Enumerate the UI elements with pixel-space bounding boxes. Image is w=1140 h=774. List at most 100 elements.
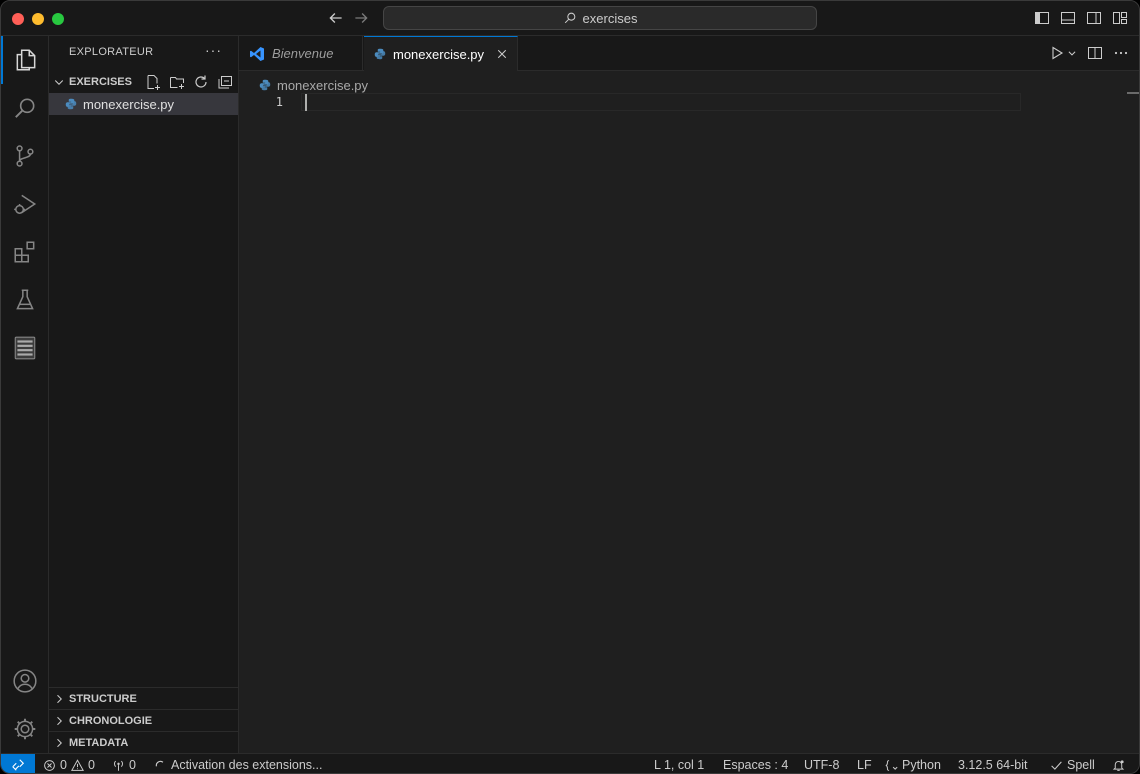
sidebar-title: EXPLORATEUR bbox=[69, 46, 154, 58]
run-icon[interactable] bbox=[1049, 45, 1065, 61]
language-mode-selector[interactable]: Python bbox=[885, 754, 941, 773]
structure-label: STRUCTURE bbox=[69, 692, 137, 705]
eol-text: LF bbox=[857, 758, 872, 772]
explorer-sidebar: EXPLORATEUR ··· EXERCISES monexercise.py… bbox=[49, 36, 239, 753]
notifications-button[interactable] bbox=[1112, 754, 1125, 773]
folder-name: EXERCISES bbox=[69, 76, 132, 88]
tab-monexercise[interactable]: monexercise.py bbox=[364, 36, 518, 71]
spell-check-status[interactable]: Spell bbox=[1050, 754, 1095, 773]
spell-text: Spell bbox=[1067, 758, 1095, 772]
sidebar-more-button[interactable]: ··· bbox=[205, 42, 222, 58]
error-count: 0 bbox=[60, 758, 67, 772]
tab-label: Bienvenue bbox=[272, 46, 334, 61]
check-icon bbox=[1051, 760, 1062, 770]
python-file-icon bbox=[374, 48, 386, 60]
run-debug-activity[interactable] bbox=[1, 180, 49, 228]
activity-text: Activation des extensions... bbox=[171, 758, 323, 772]
breadcrumb-file: monexercise.py bbox=[277, 77, 369, 93]
status-bar: 0 0 0 Activation des extensions... L 1, … bbox=[1, 753, 1139, 773]
customize-layout-icon[interactable] bbox=[1112, 10, 1128, 26]
python-interpreter-selector[interactable]: 3.12.5 64-bit bbox=[958, 754, 1028, 773]
manage-activity[interactable] bbox=[1, 705, 49, 753]
warning-icon bbox=[70, 758, 84, 771]
folder-toolbar bbox=[145, 71, 233, 93]
chevron-right-icon bbox=[49, 737, 69, 749]
metadata-label: METADATA bbox=[69, 736, 129, 749]
toggle-secondary-sidebar-icon[interactable] bbox=[1086, 10, 1102, 26]
chevron-down-icon[interactable] bbox=[1067, 48, 1077, 58]
minimize-window-button[interactable] bbox=[32, 13, 44, 25]
warning-count: 0 bbox=[87, 758, 95, 772]
testing-activity[interactable] bbox=[1, 276, 49, 324]
editor-actions bbox=[1049, 45, 1129, 61]
cursor-position[interactable]: L 1, col 1 bbox=[654, 754, 705, 773]
close-window-button[interactable] bbox=[12, 13, 24, 25]
timeline-section[interactable]: CHRONOLOGIE bbox=[49, 709, 239, 731]
collapse-all-icon[interactable] bbox=[217, 74, 233, 90]
indentation-selector[interactable]: Espaces : 4 bbox=[723, 754, 789, 773]
forward-arrow-icon[interactable] bbox=[352, 9, 370, 27]
indentation-text: Espaces : 4 bbox=[723, 758, 789, 772]
problems-indicator[interactable]: 0 0 bbox=[43, 754, 95, 773]
tab-label: monexercise.py bbox=[393, 46, 485, 62]
structure-section[interactable]: STRUCTURE bbox=[49, 687, 239, 709]
folder-section-header[interactable]: EXERCISES bbox=[49, 71, 239, 93]
activity-bar bbox=[1, 36, 49, 753]
file-tree-item[interactable]: monexercise.py bbox=[49, 93, 238, 115]
accounts-activity[interactable] bbox=[1, 657, 49, 705]
toggle-primary-sidebar-icon[interactable] bbox=[1034, 10, 1050, 26]
source-control-icon bbox=[16, 145, 34, 167]
tab-welcome[interactable]: Bienvenue bbox=[239, 36, 363, 71]
extensions-activity[interactable] bbox=[1, 228, 49, 276]
extensions-icon bbox=[14, 241, 35, 263]
text-cursor bbox=[305, 94, 307, 111]
gear-icon bbox=[14, 718, 36, 740]
close-icon[interactable] bbox=[495, 47, 509, 61]
vscode-window: exercises EXPLORATEUR ··· EXERCISES mone… bbox=[0, 0, 1140, 774]
braces-icon bbox=[885, 759, 898, 771]
ports-indicator[interactable]: 0 bbox=[112, 754, 136, 773]
python-file-icon bbox=[259, 79, 271, 91]
remote-icon bbox=[12, 759, 25, 771]
ports-count: 0 bbox=[129, 758, 136, 772]
bell-icon bbox=[1112, 759, 1125, 771]
split-editor-icon[interactable] bbox=[1087, 45, 1103, 61]
toggle-panel-icon[interactable] bbox=[1060, 10, 1076, 26]
loading-spinner-icon bbox=[155, 760, 164, 766]
code-editor[interactable]: monexercise.py 1 bbox=[239, 71, 1139, 753]
error-icon bbox=[44, 759, 55, 771]
run-debug-icon bbox=[14, 194, 37, 214]
vscode-logo-icon bbox=[250, 46, 264, 61]
new-file-icon[interactable] bbox=[145, 74, 161, 90]
language-text: Python bbox=[902, 758, 941, 772]
encoding-selector[interactable]: UTF-8 bbox=[804, 754, 840, 773]
interpreter-text: 3.12.5 64-bit bbox=[958, 758, 1028, 772]
chevron-right-icon bbox=[49, 693, 69, 705]
overview-ruler-marker bbox=[1127, 92, 1139, 94]
title-bar: exercises bbox=[1, 1, 1139, 36]
cursor-position-text: L 1, col 1 bbox=[654, 758, 705, 772]
extension-activity-status: Activation des extensions... bbox=[154, 754, 323, 773]
custom-extension-activity[interactable] bbox=[1, 324, 49, 372]
more-actions-icon[interactable] bbox=[1113, 45, 1129, 61]
command-center-text: exercises bbox=[582, 10, 638, 26]
files-icon bbox=[16, 49, 36, 71]
refresh-icon[interactable] bbox=[193, 74, 209, 90]
chevron-right-icon bbox=[49, 715, 69, 727]
maximize-window-button[interactable] bbox=[52, 13, 64, 25]
search-activity[interactable] bbox=[1, 84, 49, 132]
eol-selector[interactable]: LF bbox=[857, 754, 872, 773]
back-arrow-icon[interactable] bbox=[327, 9, 345, 27]
line-number: 1 bbox=[275, 95, 283, 109]
new-folder-icon[interactable] bbox=[169, 74, 185, 90]
metadata-section[interactable]: METADATA bbox=[49, 731, 239, 753]
source-control-activity[interactable] bbox=[1, 132, 49, 180]
explorer-activity[interactable] bbox=[1, 36, 49, 84]
encoding-text: UTF-8 bbox=[804, 758, 840, 772]
remote-indicator[interactable] bbox=[1, 754, 35, 773]
current-line-highlight bbox=[301, 93, 1021, 111]
editor-tab-bar: Bienvenue monexercise.py bbox=[239, 36, 1139, 71]
file-name: monexercise.py bbox=[83, 96, 175, 112]
chevron-down-icon bbox=[49, 76, 69, 88]
command-center-search[interactable]: exercises bbox=[383, 6, 817, 30]
